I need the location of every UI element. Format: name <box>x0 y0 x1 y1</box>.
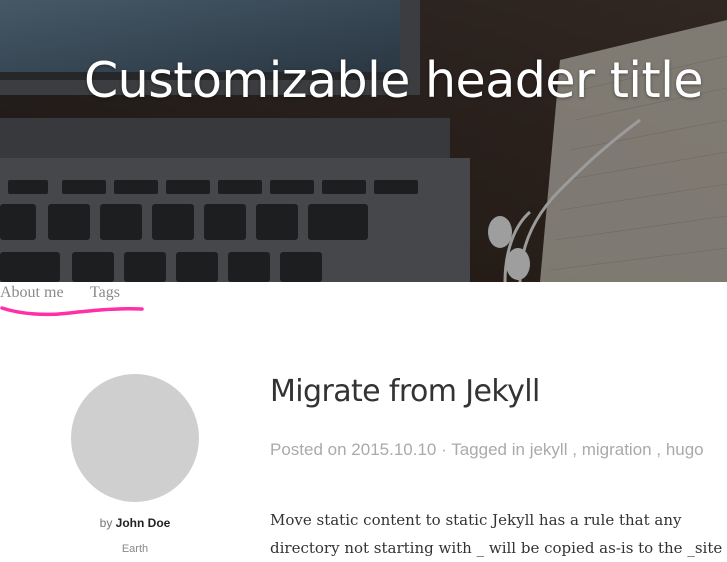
tag-link-jekyll[interactable]: jekyll <box>530 440 568 459</box>
author-location: Earth <box>121 543 149 555</box>
post-meta: Posted on 2015.10.10 · Tagged in jekyll … <box>270 440 704 460</box>
tag-link-migration[interactable]: migration <box>582 440 652 459</box>
author-name[interactable]: John Doe <box>116 516 171 530</box>
meta-separator: · <box>441 440 447 459</box>
post-title[interactable]: Migrate from Jekyll <box>270 374 540 409</box>
tagged-prefix: Tagged in <box>451 440 525 459</box>
tag-separator: , <box>656 440 662 459</box>
header-background-image <box>0 0 727 282</box>
tag-link-hugo[interactable]: hugo <box>666 440 704 459</box>
author-line: by John Doe <box>60 516 210 530</box>
posted-prefix: Posted on <box>270 440 347 459</box>
header-title: Customizable header title <box>83 52 704 109</box>
post-excerpt: Move static content to static Jekyll has… <box>270 511 723 557</box>
header-banner: Customizable header title <box>0 0 727 282</box>
author-by-prefix: by <box>99 516 113 530</box>
post-date: 2015.10.10 <box>351 440 437 459</box>
avatar <box>71 374 199 502</box>
tag-separator: , <box>572 440 577 459</box>
nav-highlight-scribble <box>0 306 144 317</box>
